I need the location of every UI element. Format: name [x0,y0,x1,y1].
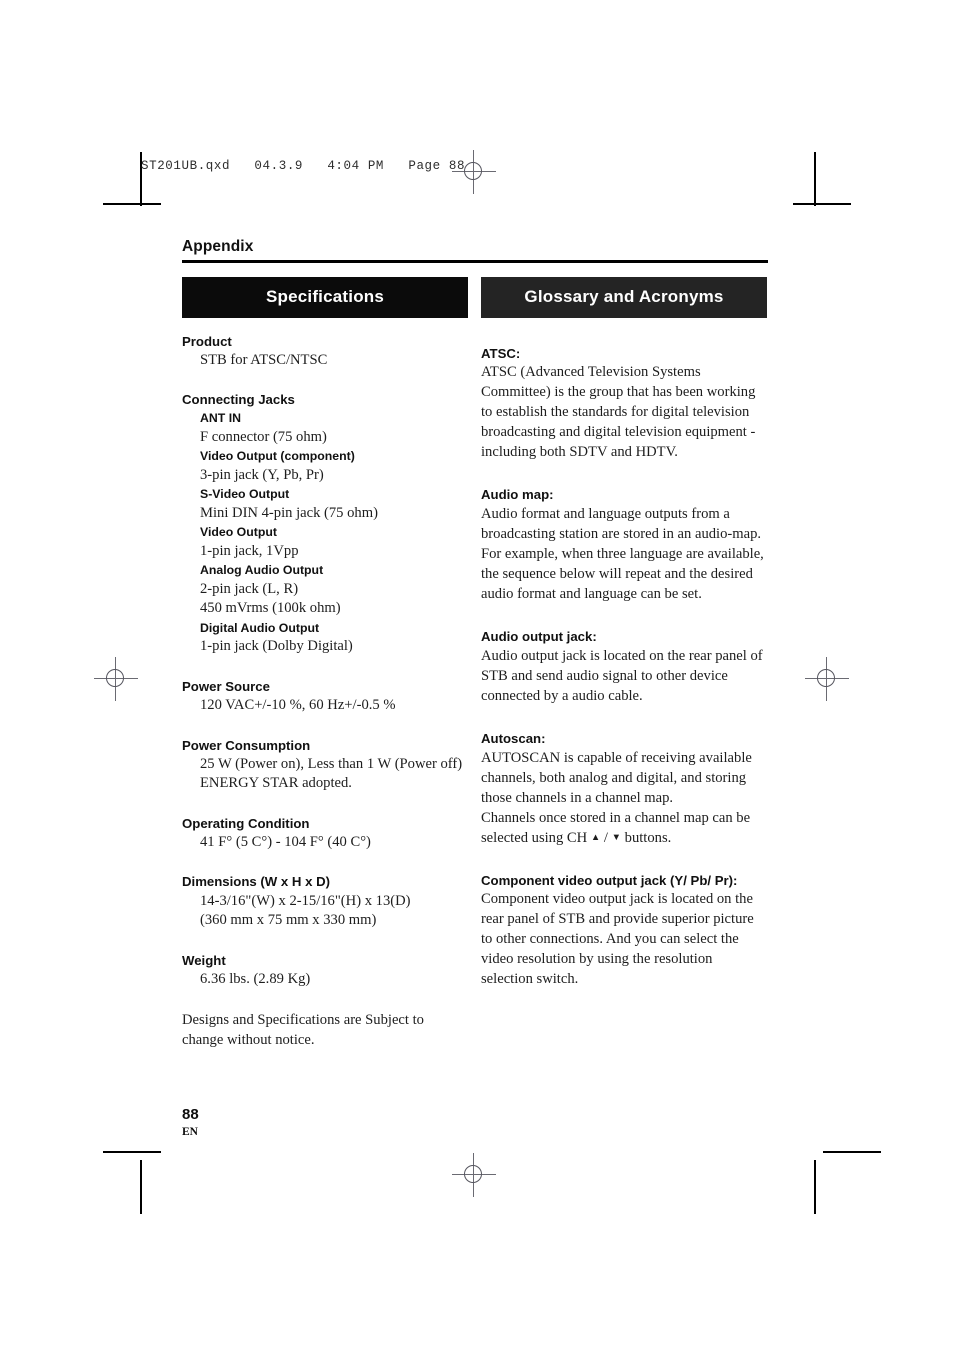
page-content: Appendix Specifications Product STB for A… [182,238,768,1051]
glossary-text-after-arrows: buttons. [621,829,672,846]
spec-heading: Product [182,333,232,349]
spec-subheading: Video Output [200,525,277,540]
spec-subheading: Video Output (component) [200,449,355,464]
language-code: EN [182,1125,198,1138]
glossary-definition: Audio format and language outputs from a… [481,506,762,543]
spec-group: Operating Condition 41 F° (5 C°) - 104 F°… [182,814,468,853]
spec-subvalue: 1-pin jack, 1Vpp [200,542,299,559]
specifications-disclaimer: Designs and Specifications are Subject t… [182,1012,424,1048]
glossary-text-between-arrows: / [600,829,612,846]
glossary-entry: Component video output jack (Y/ Pb/ Pr):… [481,871,767,991]
spec-group: Dimensions (W x H x D) 14-3/16"(W) x 2-15… [182,872,468,930]
crop-mark-top-right-vertical [814,152,816,206]
channel-up-arrow-icon [591,830,600,846]
glossary-entry: Autoscan: AUTOSCAN is capable of receivin… [481,729,767,849]
crop-mark-top-right-horizontal [793,203,851,205]
registration-ring [464,162,482,180]
spec-value: STB for ATSC/NTSC [200,351,328,368]
spec-group: Power Consumption 25 W (Power on), Less t… [182,736,468,794]
spec-subheading: ANT IN [200,411,241,426]
glossary-section-header: Glossary and Acronyms [481,276,767,318]
specifications-section-header: Specifications [182,276,468,318]
registration-mark-bottom-center [452,1153,496,1197]
glossary-term: Autoscan: [481,730,546,746]
title-divider [182,260,768,263]
glossary-entry: Audio output jack: Audio output jack is l… [481,627,767,707]
spec-subvalue: 3-pin jack (Y, Pb, Pr) [200,466,324,483]
spec-value: 120 VAC+/-10 %, 60 Hz+/-0.5 % [200,697,396,714]
glossary-term: ATSC: [481,345,521,361]
channel-down-arrow-icon [612,830,621,846]
page-number: 88 [182,1106,199,1123]
slug-line: ST201UB.qxd 04.3.9 4:04 PM Page 88 [141,159,466,173]
glossary-entry: ATSC: ATSC (Advanced Television Systems C… [481,344,767,464]
glossary-term: Audio output jack: [481,629,597,645]
page-title: Appendix [182,238,254,255]
spec-heading: Operating Condition [182,815,310,831]
spec-value: (360 mm x 75 mm x 330 mm) [200,912,377,929]
glossary-column: Glossary and Acronyms ATSC: ATSC (Advance… [481,276,767,1051]
spec-group: Connecting Jacks ANT IN F connector (75 oh… [182,390,468,657]
glossary-definition: Component video output jack is located o… [481,891,754,988]
spec-subheading: Digital Audio Output [200,620,320,635]
glossary-definition: AUTOSCAN is capable of receiving availab… [481,749,752,806]
registration-mark-right [805,657,849,701]
spec-value: ENERGY STAR adopted. [200,775,352,792]
spec-value: 14-3/16"(W) x 2-15/16"(H) x 13(D) [200,892,411,909]
crop-mark-bottom-left-horizontal [103,1151,161,1153]
spec-subvalue: 2-pin jack (L, R) [200,580,299,597]
glossary-definition: ATSC (Advanced Television Systems Commit… [481,364,756,461]
spec-heading: Dimensions (W x H x D) [182,874,331,890]
spec-heading: Weight [182,952,226,968]
crop-mark-bottom-right-vertical [814,1160,816,1214]
spec-value: 41 F° (5 C°) - 104 F° (40 C°) [200,833,371,850]
spec-subvalue: F connector (75 ohm) [200,428,327,445]
spec-value: 6.36 lbs. (2.89 Kg) [200,970,311,987]
glossary-term: Component video output jack (Y/ Pb/ Pr): [481,872,738,888]
glossary-definition-with-arrows: Channels once stored in a channel map ca… [481,809,767,849]
spec-heading: Power Consumption [182,737,311,753]
crop-mark-top-left-horizontal [103,203,161,205]
spec-subvalue: 450 mVrms (100k ohm) [200,600,341,617]
spec-heading: Connecting Jacks [182,392,295,408]
glossary-term: Audio map: [481,487,554,503]
specifications-list: Product STB for ATSC/NTSC Connecting Jacks… [182,332,468,990]
spec-heading: Power Source [182,678,270,694]
spec-value: 25 W (Power on), Less than 1 W (Power of… [200,755,463,772]
spec-group: Power Source 120 VAC+/-10 %, 60 Hz+/-0.5 … [182,677,468,716]
spec-group: Weight 6.36 lbs. (2.89 Kg) [182,951,468,990]
crop-mark-bottom-left-vertical [140,1160,142,1214]
page-folio: 88 EN [182,1106,199,1139]
glossary-definition: Audio output jack is located on the rear… [481,647,763,704]
glossary-list: ATSC: ATSC (Advanced Television Systems C… [481,344,767,991]
spec-subheading: S-Video Output [200,487,290,502]
registration-ring [106,669,124,687]
spec-subheading: Analog Audio Output [200,563,324,578]
spec-subvalue: 1-pin jack (Dolby Digital) [200,638,353,655]
two-column-layout: Specifications Product STB for ATSC/NTSC C… [182,276,768,1051]
specifications-column: Specifications Product STB for ATSC/NTSC C… [182,276,468,1051]
spec-subvalue: Mini DIN 4-pin jack (75 ohm) [200,504,378,521]
registration-ring [817,669,835,687]
registration-ring [464,1165,482,1183]
crop-mark-bottom-right-horizontal [823,1151,881,1153]
glossary-entry: Audio map: Audio format and language outp… [481,485,767,605]
registration-mark-left [94,657,138,701]
glossary-definition: For example, when three language are ava… [481,546,764,603]
spec-group: Product STB for ATSC/NTSC [182,332,468,371]
